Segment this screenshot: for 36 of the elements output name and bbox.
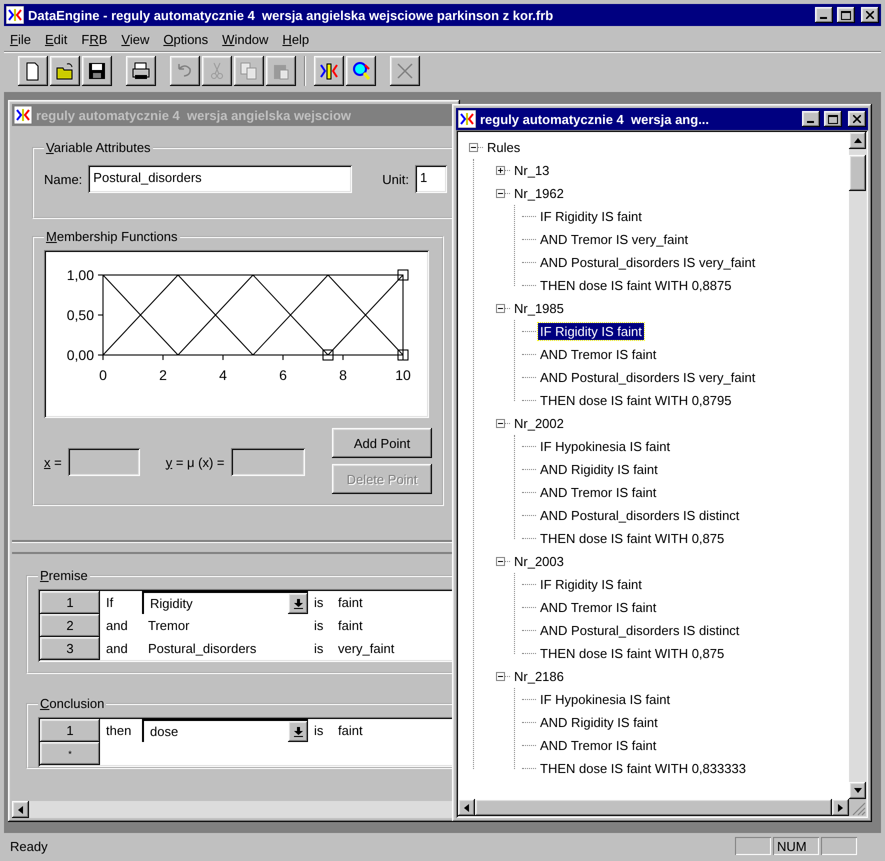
table-cell-text: is: [313, 595, 324, 610]
tick-label: 0,00: [66, 347, 94, 363]
table-cell-text: If: [105, 595, 114, 610]
tick-label: 8: [339, 367, 347, 383]
table-cell-text: faint: [337, 595, 364, 610]
table-cell-text: faint: [337, 723, 364, 738]
tick-label: 4: [219, 367, 227, 383]
table-cell-text: and: [105, 618, 129, 633]
table-cell-text: then: [105, 723, 132, 738]
tick-label: 1,00: [66, 267, 94, 283]
tick-label: 0,50: [66, 307, 94, 323]
group-title: Variable Attributes: [46, 140, 151, 155]
tick-label: 10: [395, 367, 411, 383]
table-cell-text: Tremor: [147, 618, 190, 633]
window-title: reguly automatycznie 4 wersja angielska wejsciow: [36, 108, 352, 122]
field-label: x =: [44, 454, 62, 470]
tick-label: 2: [159, 367, 167, 383]
table-cell-text: is: [313, 618, 324, 633]
window-title: DataEngine - reguly automatycznie 4 wersja angielska wejsciowe parkinson z kor.frb: [28, 8, 554, 22]
group-title: Membership Functions: [46, 229, 178, 244]
field-label: Unit:: [382, 172, 410, 186]
tick-label: 0: [99, 367, 107, 383]
group-title: Premise: [40, 568, 88, 583]
tick-label: 6: [279, 367, 287, 383]
table-cell-text: Postural_disorders: [147, 641, 258, 656]
status-text: Ready: [10, 838, 49, 854]
field-label: Name:: [44, 172, 82, 186]
field-label: y = μ (x) =: [166, 454, 224, 470]
table-cell-text: and: [105, 641, 129, 656]
table-cell-text: is: [313, 723, 324, 738]
table-cell-text: very_faint: [337, 641, 396, 656]
window-title: reguly automatycznie 4 wersja ang...: [480, 112, 710, 126]
table-cell-text: is: [313, 641, 324, 656]
status-indicator: NUM: [773, 837, 819, 855]
group-title: Conclusion: [40, 696, 104, 711]
table-cell-text: faint: [337, 618, 364, 633]
